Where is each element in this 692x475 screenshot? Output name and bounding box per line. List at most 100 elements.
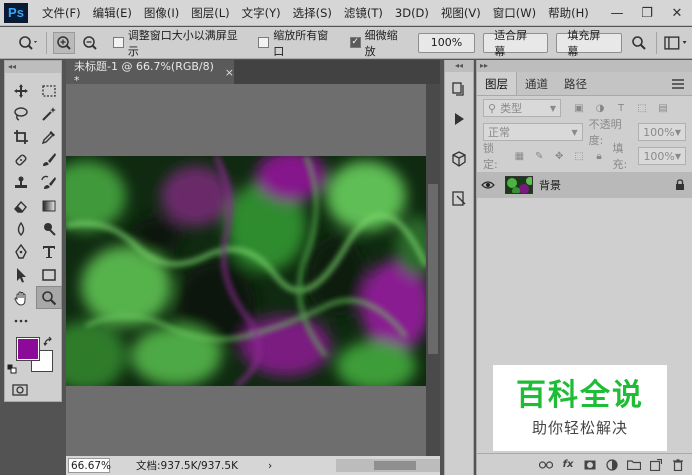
mask-icon[interactable] <box>579 456 601 474</box>
search-icon[interactable] <box>628 32 650 54</box>
horizontal-scrollbar-thumb[interactable] <box>374 461 416 470</box>
dodge-tool-icon[interactable] <box>36 217 62 240</box>
document-info[interactable]: 文档:937.5K/937.5K <box>136 458 238 473</box>
filter-type-icon[interactable]: T <box>613 100 629 116</box>
adjustment-icon[interactable] <box>601 456 623 474</box>
more-tools-icon[interactable] <box>8 309 34 332</box>
rectangle-tool-icon[interactable] <box>36 263 62 286</box>
filter-pixel-icon[interactable]: ▣ <box>571 100 587 116</box>
menu-window[interactable]: 窗口(W) <box>487 0 542 26</box>
hand-tool-icon[interactable] <box>8 286 34 309</box>
history-panel-icon[interactable] <box>445 76 473 102</box>
gradient-tool-icon[interactable] <box>36 194 62 217</box>
zoom-all-windows-checkbox[interactable]: 缩放所有窗口 <box>258 27 337 59</box>
menu-image[interactable]: 图像(I) <box>138 0 185 26</box>
swap-colors-icon[interactable] <box>43 336 55 348</box>
zoom-level-field[interactable]: 66.67% <box>68 458 111 473</box>
clone-stamp-tool-icon[interactable] <box>8 171 34 194</box>
lock-all-icon[interactable]: 🔒︎ <box>592 148 607 164</box>
foreground-color-swatch[interactable] <box>16 337 40 361</box>
crop-tool-icon[interactable] <box>8 125 34 148</box>
path-selection-tool-icon[interactable] <box>8 263 34 286</box>
layer-row-background[interactable]: 背景 <box>477 172 692 198</box>
zoom-out-icon[interactable] <box>79 32 101 54</box>
eraser-tool-icon[interactable] <box>8 194 34 217</box>
trash-icon[interactable] <box>667 456 689 474</box>
filter-kind-label: 类型 <box>500 102 523 115</box>
healing-brush-tool-icon[interactable] <box>8 148 34 171</box>
chevron-down-icon: ▼ <box>571 127 578 137</box>
tab-paths[interactable]: 路径 <box>556 72 595 95</box>
vertical-scrollbar[interactable] <box>426 84 440 456</box>
zoom-100-button[interactable]: 100% <box>417 32 476 53</box>
status-menu-arrow[interactable]: › <box>268 460 272 472</box>
vertical-scrollbar-thumb[interactable] <box>428 184 438 354</box>
restore-button[interactable]: ❐ <box>632 0 662 26</box>
zoom-in-icon[interactable] <box>52 31 75 54</box>
fit-screen-button[interactable]: 适合屏幕 <box>483 29 549 58</box>
close-icon[interactable]: × <box>225 66 234 79</box>
horizontal-scrollbar[interactable] <box>336 459 440 472</box>
marquee-tool-icon[interactable] <box>36 79 62 102</box>
workspace-switcher-icon[interactable] <box>664 32 690 54</box>
lock-position-icon[interactable]: ✥ <box>552 148 567 164</box>
menu-filter[interactable]: 滤镜(T) <box>338 0 389 26</box>
menu-select[interactable]: 选择(S) <box>287 0 338 26</box>
3d-panel-icon[interactable] <box>445 146 473 172</box>
new-layer-icon[interactable] <box>645 456 667 474</box>
fill-value: 100% <box>643 149 675 163</box>
resize-windows-checkbox[interactable]: 调整窗口大小以满屏显示 <box>112 27 246 59</box>
move-tool-icon[interactable] <box>8 79 34 102</box>
lock-image-icon[interactable]: ✎ <box>532 148 547 164</box>
minimize-button[interactable]: — <box>602 0 632 26</box>
quick-mask-icon[interactable] <box>7 378 33 401</box>
lock-transparent-icon[interactable]: ▦ <box>512 148 527 164</box>
tab-layers[interactable]: 图层 <box>477 72 517 95</box>
fill-screen-button[interactable]: 填充屏幕 <box>556 29 622 58</box>
document-tab[interactable]: 未标题-1 @ 66.7%(RGB/8) * × <box>66 60 234 87</box>
canvas-area[interactable] <box>66 84 426 456</box>
menu-layer[interactable]: 图层(L) <box>185 0 235 26</box>
panel-menu-icon[interactable] <box>664 72 692 95</box>
menu-file[interactable]: 文件(F) <box>36 0 87 26</box>
fx-icon[interactable]: fx <box>557 456 579 474</box>
menu-view[interactable]: 视图(V) <box>435 0 487 26</box>
layers-panel-grip[interactable]: ▸▸ <box>477 60 692 72</box>
menu-edit[interactable]: 编辑(E) <box>87 0 138 26</box>
menu-type[interactable]: 文字(Y) <box>236 0 287 26</box>
brush-tool-icon[interactable] <box>36 148 62 171</box>
filter-kind-select[interactable]: ⚲ 类型 ▼ <box>483 99 561 117</box>
tools-panel-grip[interactable]: ◂◂ <box>5 61 61 73</box>
clouds-image[interactable] <box>66 156 426 386</box>
scrubby-zoom-checkbox[interactable]: ✓ 细微缩放 <box>349 27 408 59</box>
tab-channels[interactable]: 通道 <box>517 72 556 95</box>
close-button[interactable]: ✕ <box>662 0 692 26</box>
fill-field[interactable]: 100% ▼ <box>638 147 687 165</box>
blend-mode-select[interactable]: 正常 ▼ <box>483 123 583 141</box>
lasso-tool-icon[interactable] <box>8 102 34 125</box>
fill-label: 填充: <box>612 142 628 171</box>
eye-icon[interactable] <box>477 180 499 190</box>
history-brush-tool-icon[interactable] <box>36 171 62 194</box>
magic-wand-tool-icon[interactable] <box>36 102 62 125</box>
lock-artboard-icon[interactable]: ⬚ <box>572 148 587 164</box>
properties-panel-icon[interactable] <box>445 186 473 212</box>
pen-tool-icon[interactable] <box>8 240 34 263</box>
menu-help[interactable]: 帮助(H) <box>542 0 595 26</box>
menu-3d[interactable]: 3D(D) <box>389 0 435 26</box>
type-tool-icon[interactable] <box>36 240 62 263</box>
layer-name[interactable]: 背景 <box>539 177 668 193</box>
filter-shape-icon[interactable]: ⬚ <box>634 100 650 116</box>
filter-smart-object-icon[interactable]: ▤ <box>655 100 671 116</box>
link-icon[interactable] <box>535 456 557 474</box>
filter-adjustment-icon[interactable]: ◑ <box>592 100 608 116</box>
zoom-tool-preset-icon[interactable] <box>18 32 40 54</box>
eyedropper-tool-icon[interactable] <box>36 125 62 148</box>
strip-grip[interactable]: ◂◂ <box>445 60 473 72</box>
opacity-field[interactable]: 100% ▼ <box>638 123 686 141</box>
default-colors-icon[interactable] <box>7 364 17 374</box>
zoom-tool-icon[interactable] <box>36 286 62 309</box>
actions-play-icon[interactable] <box>445 106 473 132</box>
blur-tool-icon[interactable] <box>8 217 34 240</box>
group-icon[interactable] <box>623 456 645 474</box>
